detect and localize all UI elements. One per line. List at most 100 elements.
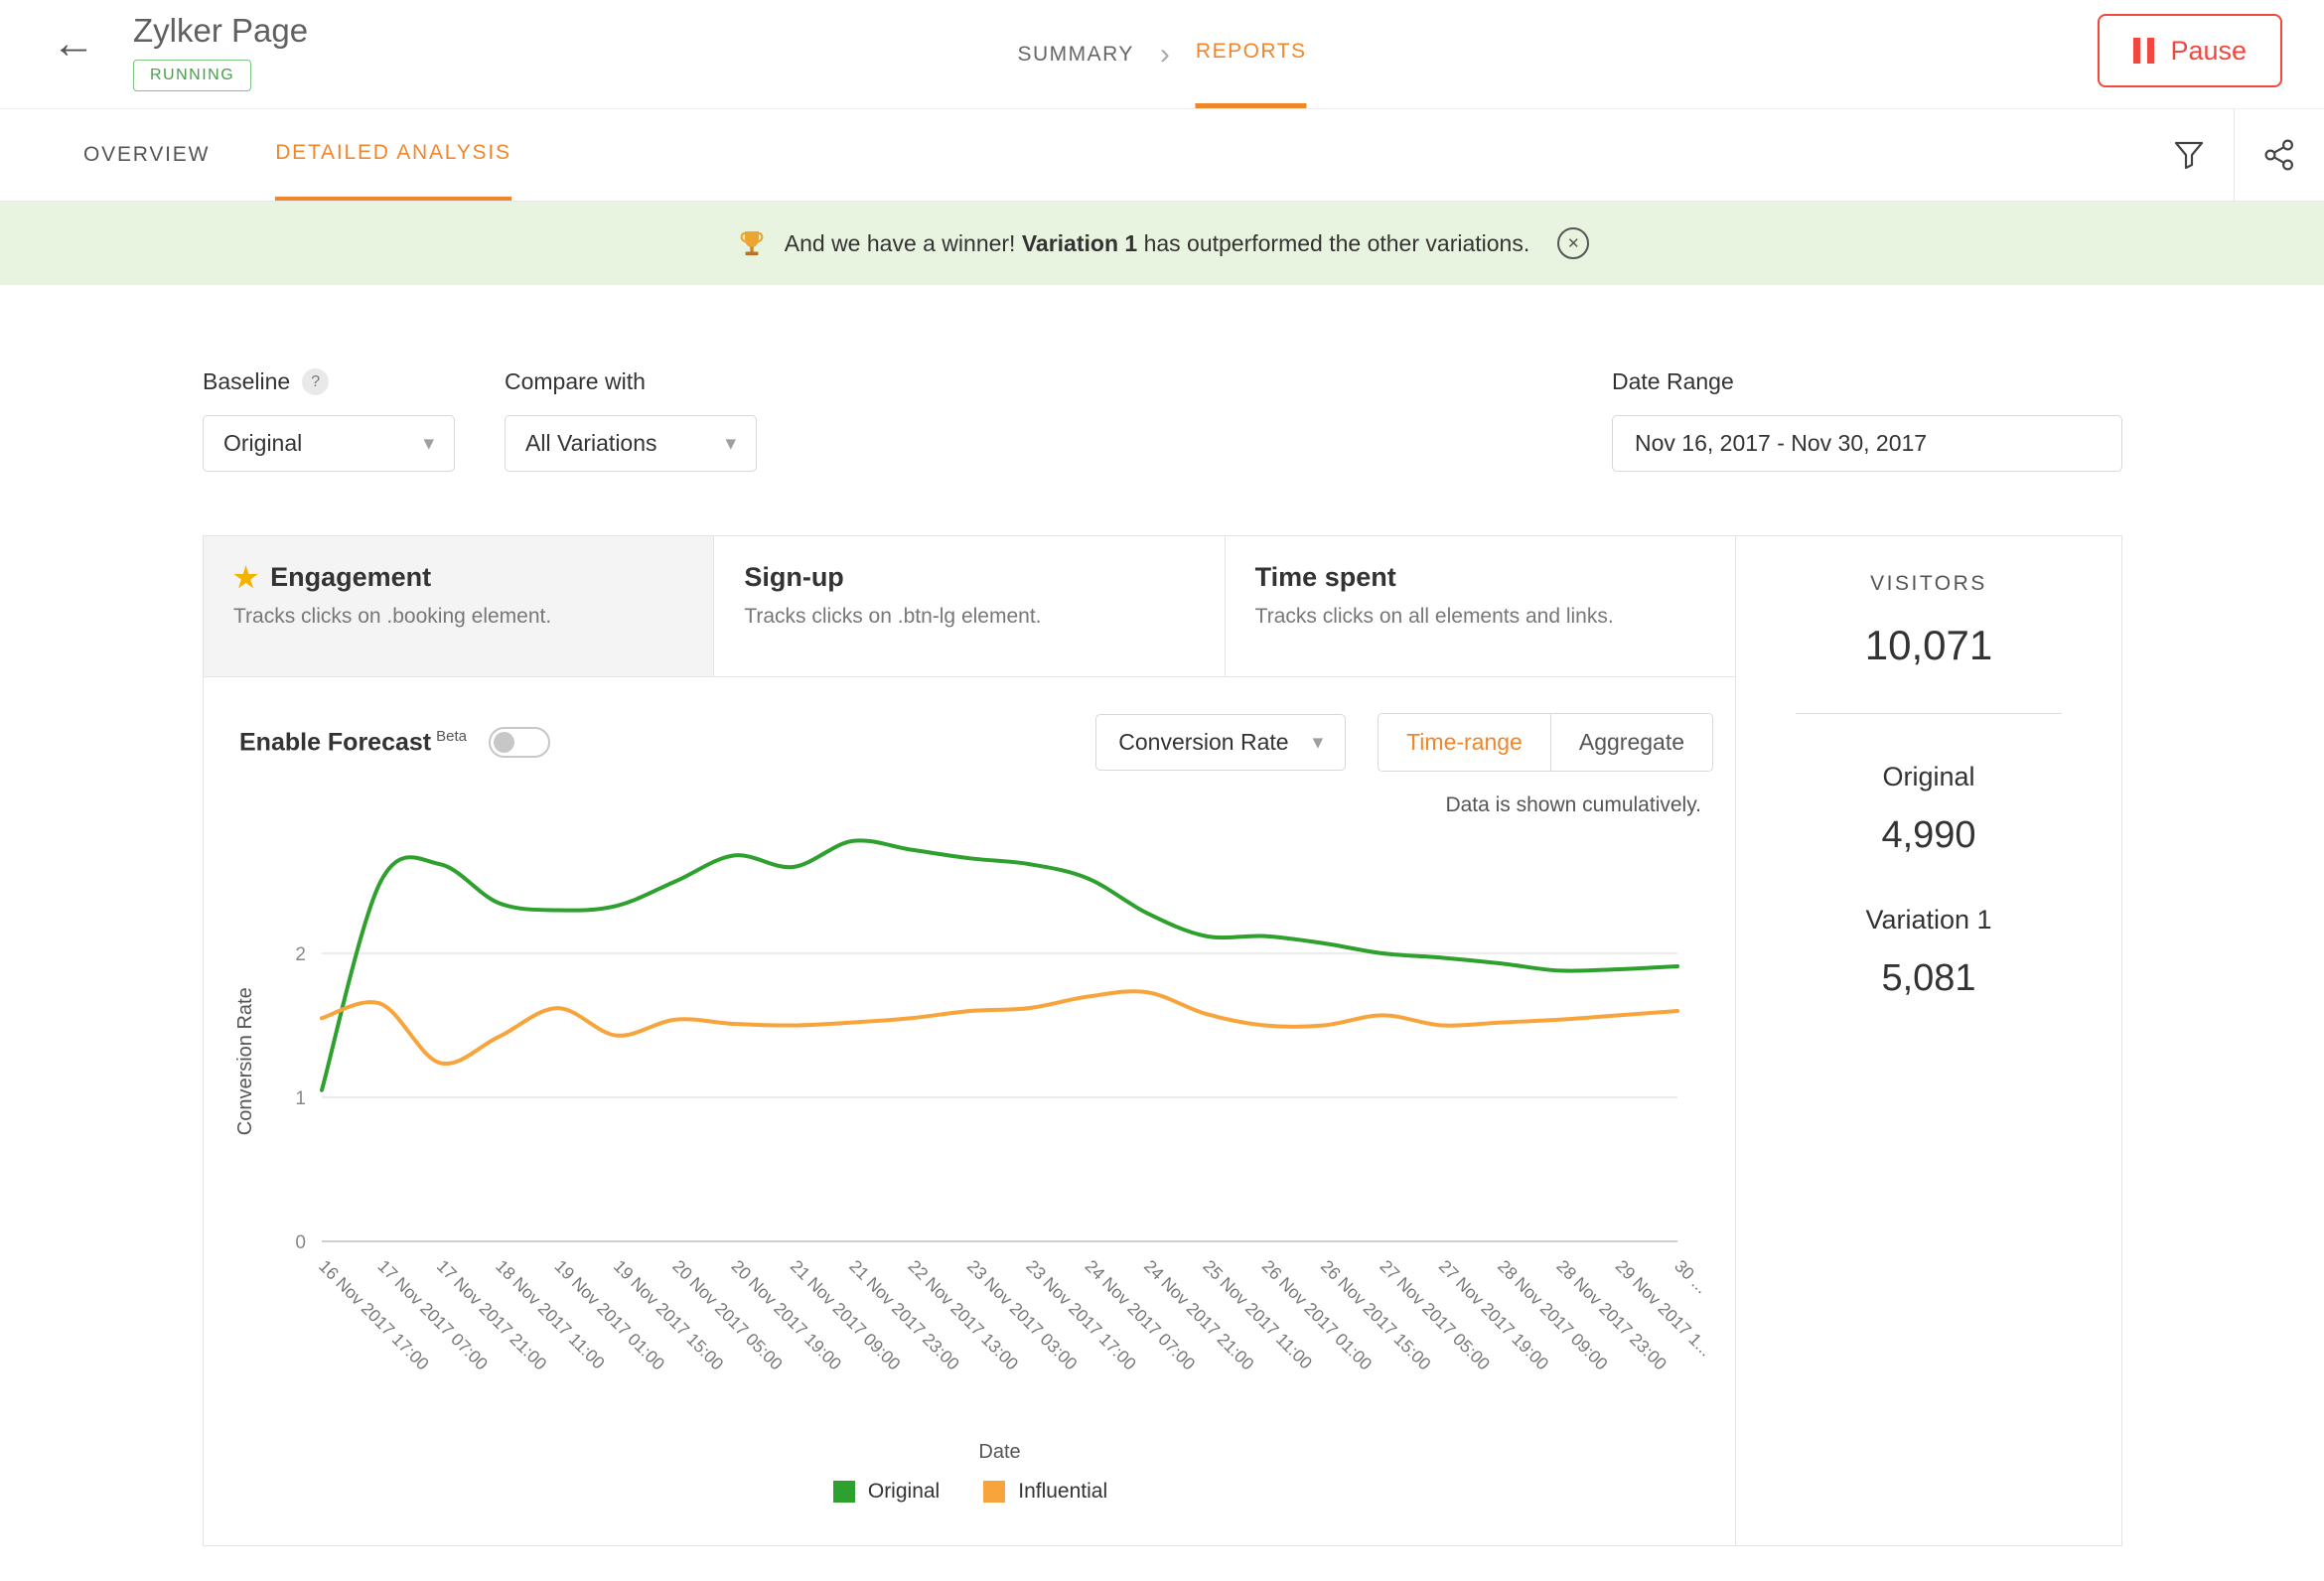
date-range-label: Date Range xyxy=(1612,368,1734,395)
stat-variation-1: Variation 1 5,081 xyxy=(1736,905,2121,1000)
enable-forecast-label: Enable Forecast xyxy=(239,728,431,756)
svg-text:23 Nov 2017 03:00: 23 Nov 2017 03:00 xyxy=(963,1256,1082,1374)
report-card-left: ★ Engagement Tracks clicks on .booking e… xyxy=(204,536,1735,1545)
date-range-filter: Date Range Nov 16, 2017 - Nov 30, 2017 xyxy=(1612,368,2122,472)
metric-select[interactable]: Conversion Rate ▾ xyxy=(1095,714,1346,771)
stat-label: Variation 1 xyxy=(1736,905,2121,935)
svg-text:17 Nov 2017 21:00: 17 Nov 2017 21:00 xyxy=(433,1256,551,1374)
forecast-toggle[interactable] xyxy=(489,727,550,758)
svg-text:30 ...: 30 ... xyxy=(1670,1256,1712,1298)
goal-subtitle: Tracks clicks on all elements and links. xyxy=(1255,605,1705,629)
report-tabs: OVERVIEW DETAILED ANALYSIS xyxy=(0,109,2324,202)
filter-button[interactable] xyxy=(2144,109,2234,201)
title-block: Zylker Page RUNNING xyxy=(133,0,308,91)
goal-title: Sign-up xyxy=(744,562,843,593)
legend-label: Influential xyxy=(1018,1480,1107,1504)
pause-button[interactable]: Pause xyxy=(2098,14,2282,87)
svg-text:26 Nov 2017 01:00: 26 Nov 2017 01:00 xyxy=(1258,1256,1377,1374)
svg-text:25 Nov 2017 11:00: 25 Nov 2017 11:00 xyxy=(1199,1256,1316,1373)
stat-value: 5,081 xyxy=(1736,957,2121,1000)
star-icon: ★ xyxy=(233,564,258,592)
compare-label: Compare with xyxy=(505,368,646,395)
banner-text-prefix: And we have a winner! xyxy=(785,230,1016,256)
svg-text:27 Nov 2017 05:00: 27 Nov 2017 05:00 xyxy=(1376,1256,1494,1374)
visitors-label: VISITORS xyxy=(1736,572,2121,596)
pause-label: Pause xyxy=(2170,36,2247,67)
legend-swatch-influential xyxy=(983,1481,1005,1503)
divider xyxy=(1796,713,2062,714)
goal-title: Time spent xyxy=(1255,562,1396,593)
compare-select[interactable]: All Variations ▾ xyxy=(505,415,757,472)
svg-text:24 Nov 2017 21:00: 24 Nov 2017 21:00 xyxy=(1140,1256,1258,1374)
svg-text:17 Nov 2017 07:00: 17 Nov 2017 07:00 xyxy=(374,1256,493,1374)
svg-text:28 Nov 2017 09:00: 28 Nov 2017 09:00 xyxy=(1494,1256,1612,1374)
svg-text:18 Nov 2017 11:00: 18 Nov 2017 11:00 xyxy=(492,1256,609,1373)
banner-winner-name: Variation 1 xyxy=(1022,230,1137,256)
subnav-actions xyxy=(2144,109,2324,201)
report-card: ★ Engagement Tracks clicks on .booking e… xyxy=(203,535,2122,1546)
back-arrow-icon[interactable]: ← xyxy=(52,22,95,66)
svg-text:24 Nov 2017 07:00: 24 Nov 2017 07:00 xyxy=(1082,1256,1200,1374)
svg-text:19 Nov 2017 01:00: 19 Nov 2017 01:00 xyxy=(551,1256,669,1374)
tab-overview[interactable]: OVERVIEW xyxy=(83,109,210,201)
close-icon: ✕ xyxy=(1567,234,1580,252)
goal-title: Engagement xyxy=(270,562,431,593)
chart-zone: Enable Forecast Beta Conversion Rate ▾ Ti… xyxy=(204,677,1735,1545)
share-button[interactable] xyxy=(2235,109,2324,201)
svg-text:20 Nov 2017 05:00: 20 Nov 2017 05:00 xyxy=(668,1256,787,1374)
svg-text:19 Nov 2017 15:00: 19 Nov 2017 15:00 xyxy=(610,1256,728,1374)
svg-text:0: 0 xyxy=(295,1232,306,1253)
legend-swatch-original xyxy=(833,1481,855,1503)
svg-text:21 Nov 2017 09:00: 21 Nov 2017 09:00 xyxy=(787,1256,905,1374)
svg-text:Conversion Rate: Conversion Rate xyxy=(234,987,256,1135)
help-icon[interactable]: ? xyxy=(302,368,329,395)
date-range-input[interactable]: Nov 16, 2017 - Nov 30, 2017 xyxy=(1612,415,2122,472)
svg-text:16 Nov 2017 17:00: 16 Nov 2017 17:00 xyxy=(315,1256,433,1374)
goal-subtitle: Tracks clicks on .booking element. xyxy=(233,605,683,629)
breadcrumb: SUMMARY › REPORTS xyxy=(1017,0,1306,108)
metric-value: Conversion Rate xyxy=(1118,729,1288,756)
time-range-button[interactable]: Time-range xyxy=(1379,714,1551,771)
baseline-select[interactable]: Original ▾ xyxy=(203,415,455,472)
banner-close-button[interactable]: ✕ xyxy=(1557,227,1589,259)
winner-banner: And we have a winner! Variation 1 has ou… xyxy=(0,202,2324,285)
conversion-rate-chart: 0 1 2 16 Nov 2017 17:0017 Nov 2017 07:0017 … xyxy=(227,819,1713,1470)
view-mode-switch: Time-range Aggregate xyxy=(1378,713,1713,772)
chevron-down-icon: ▾ xyxy=(1313,730,1324,755)
cumulative-note: Data is shown cumulatively. xyxy=(227,772,1713,817)
pause-icon xyxy=(2133,38,2154,64)
filters-row: Baseline ? Original ▾ Compare with All V… xyxy=(0,285,2324,472)
legend-item-influential: Influential xyxy=(983,1480,1107,1504)
goal-tab-timespent[interactable]: Time spent Tracks clicks on all elements… xyxy=(1226,536,1735,676)
svg-text:1: 1 xyxy=(295,1088,306,1109)
nav-summary[interactable]: SUMMARY xyxy=(1017,0,1133,108)
toggle-knob xyxy=(494,732,514,753)
chevron-right-icon: › xyxy=(1160,38,1170,72)
filter-icon xyxy=(2172,138,2206,172)
status-badge: RUNNING xyxy=(133,60,251,91)
svg-text:28 Nov 2017 23:00: 28 Nov 2017 23:00 xyxy=(1552,1256,1670,1374)
svg-text:23 Nov 2017 17:00: 23 Nov 2017 17:00 xyxy=(1022,1256,1140,1374)
tab-detailed-analysis[interactable]: DETAILED ANALYSIS xyxy=(275,109,511,201)
compare-filter: Compare with All Variations ▾ xyxy=(505,368,757,472)
visitors-panel: VISITORS 10,071 Original 4,990 Variation… xyxy=(1735,536,2121,1545)
stat-label: Original xyxy=(1736,762,2121,792)
goal-tab-signup[interactable]: Sign-up Tracks clicks on .btn-lg element… xyxy=(714,536,1225,676)
chart-controls: Enable Forecast Beta Conversion Rate ▾ Ti… xyxy=(227,713,1713,772)
date-range-value: Nov 16, 2017 - Nov 30, 2017 xyxy=(1635,430,1927,457)
baseline-label: Baseline xyxy=(203,368,290,395)
aggregate-button[interactable]: Aggregate xyxy=(1551,714,1712,771)
svg-text:2: 2 xyxy=(295,944,306,965)
nav-reports[interactable]: REPORTS xyxy=(1196,0,1307,108)
goal-subtitle: Tracks clicks on .btn-lg element. xyxy=(744,605,1194,629)
goal-tab-engagement[interactable]: ★ Engagement Tracks clicks on .booking e… xyxy=(204,536,714,676)
stat-original: Original 4,990 xyxy=(1736,762,2121,857)
stat-value: 4,990 xyxy=(1736,814,2121,857)
share-icon xyxy=(2262,138,2296,172)
beta-badge: Beta xyxy=(436,728,467,745)
svg-text:Date: Date xyxy=(978,1441,1020,1463)
legend-label: Original xyxy=(868,1480,940,1504)
baseline-value: Original xyxy=(223,430,302,457)
goal-tabs: ★ Engagement Tracks clicks on .booking e… xyxy=(204,536,1735,677)
chart-legend: Original Influential xyxy=(227,1470,1713,1545)
